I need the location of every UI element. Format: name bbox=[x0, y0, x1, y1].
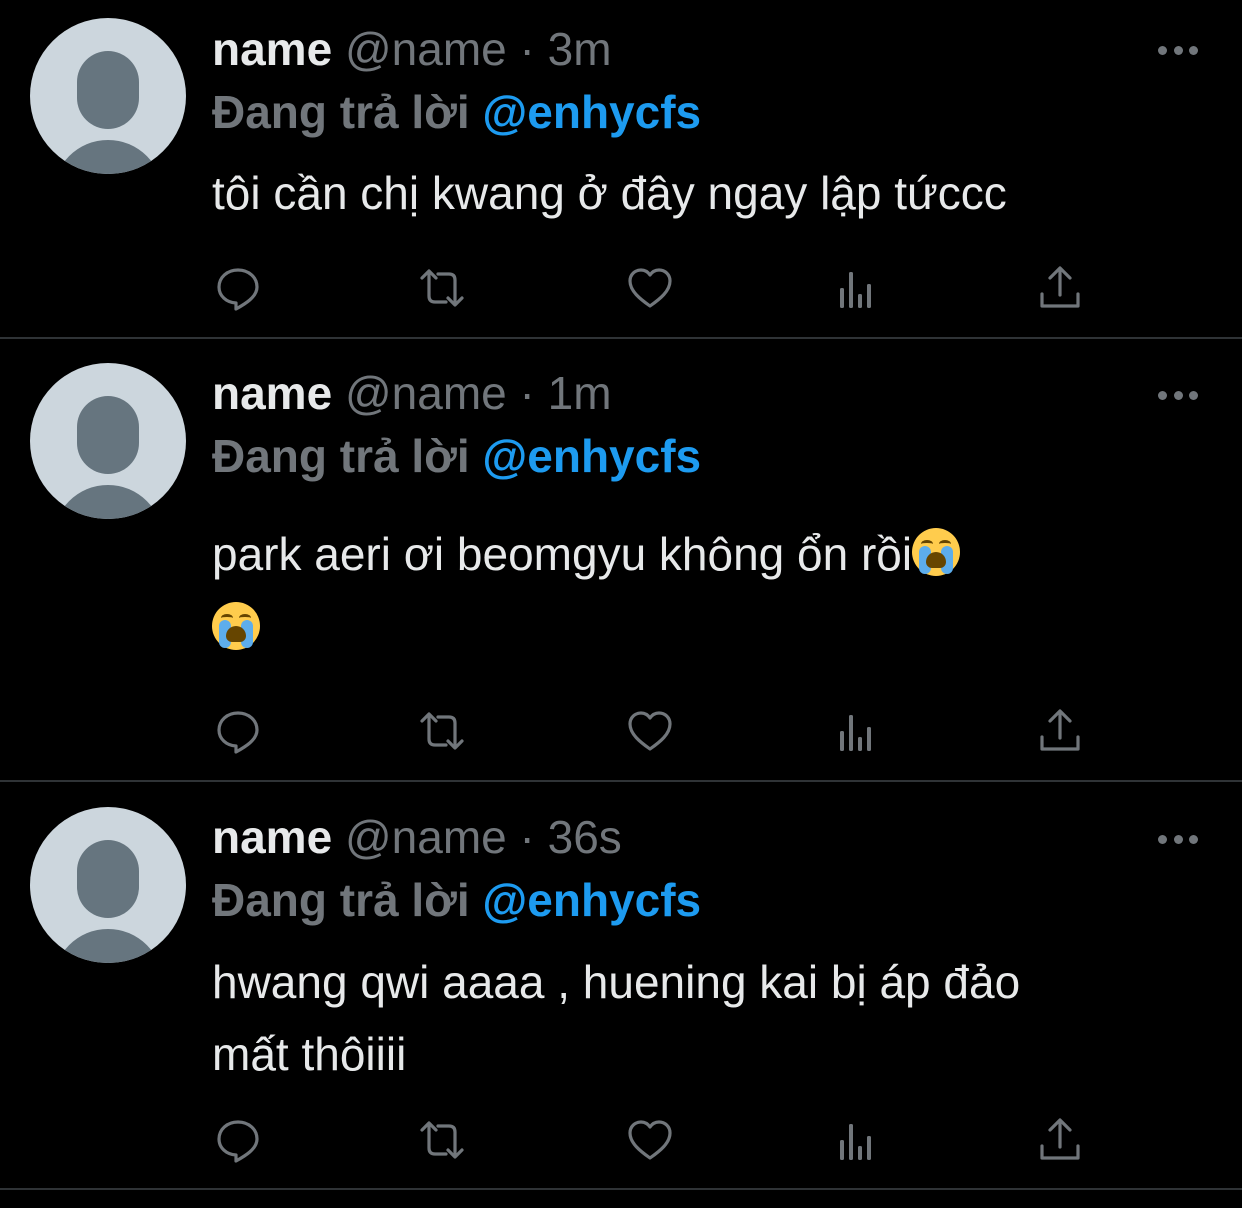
separator-dot: · bbox=[519, 811, 535, 863]
separator-dot: · bbox=[519, 23, 535, 75]
tweet-text: park aeri ơi beomgyu không ổn rồi bbox=[212, 518, 1222, 664]
analytics-button[interactable] bbox=[830, 1116, 882, 1164]
share-icon bbox=[1040, 1118, 1080, 1160]
replying-to-handle[interactable]: @enhycfs bbox=[482, 430, 701, 482]
tweet-text-line: hwang qwi aaaa , huening kai bị áp đảo bbox=[212, 956, 1021, 1008]
replying-to: Đang trả lời @enhycfs bbox=[212, 84, 701, 140]
like-button[interactable] bbox=[624, 707, 676, 755]
divider bbox=[0, 780, 1242, 782]
like-icon bbox=[628, 711, 672, 751]
tweet[interactable]: name @name · 36s Đang trả lời @enhycfs h… bbox=[0, 783, 1242, 1190]
divider bbox=[0, 337, 1242, 339]
reply-icon bbox=[217, 268, 259, 311]
analytics-button[interactable] bbox=[830, 707, 882, 755]
analytics-icon bbox=[840, 715, 871, 751]
analytics-button[interactable] bbox=[830, 264, 882, 312]
tweet-actions bbox=[212, 264, 1092, 312]
avatar-body bbox=[53, 485, 163, 519]
tweet-actions bbox=[212, 1116, 1092, 1164]
avatar-body bbox=[53, 929, 163, 963]
handle[interactable]: @name bbox=[345, 811, 507, 863]
analytics-icon bbox=[840, 272, 871, 308]
replying-to-label: Đang trả lời bbox=[212, 430, 470, 482]
display-name[interactable]: name bbox=[212, 367, 332, 419]
tweet-text: tôi cần chị kwang ở đây ngay lập tứccc bbox=[212, 157, 1222, 229]
avatar[interactable] bbox=[30, 807, 186, 963]
divider bbox=[0, 1188, 1242, 1190]
tweet-header: name @name · 36s bbox=[212, 809, 622, 865]
handle[interactable]: @name bbox=[345, 23, 507, 75]
tweet-header: name @name · 3m bbox=[212, 21, 612, 77]
more-options-icon[interactable] bbox=[1158, 389, 1198, 401]
tweet-text-line: tôi cần chị kwang ở đây ngay lập tứccc bbox=[212, 167, 1007, 219]
tweet-actions bbox=[212, 707, 1092, 755]
retweet-icon bbox=[420, 1121, 464, 1159]
share-icon bbox=[1040, 266, 1080, 308]
like-button[interactable] bbox=[624, 1116, 676, 1164]
share-button[interactable] bbox=[1034, 707, 1086, 755]
replying-to: Đang trả lời @enhycfs bbox=[212, 872, 701, 928]
timestamp[interactable]: 1m bbox=[548, 367, 612, 419]
tweet-text: hwang qwi aaaa , huening kai bị áp đảo m… bbox=[212, 946, 1222, 1090]
share-button[interactable] bbox=[1034, 1116, 1086, 1164]
replying-to-label: Đang trả lời bbox=[212, 874, 470, 926]
tweet-header: name @name · 1m bbox=[212, 365, 612, 421]
retweet-icon bbox=[420, 269, 464, 307]
like-icon bbox=[628, 1120, 672, 1160]
retweet-button[interactable] bbox=[416, 1116, 468, 1164]
reply-button[interactable] bbox=[212, 264, 264, 312]
display-name[interactable]: name bbox=[212, 811, 332, 863]
crying-face-emoji bbox=[212, 602, 260, 650]
timestamp[interactable]: 36s bbox=[548, 811, 622, 863]
reply-icon bbox=[217, 1120, 259, 1163]
retweet-icon bbox=[420, 712, 464, 750]
share-button[interactable] bbox=[1034, 264, 1086, 312]
display-name[interactable]: name bbox=[212, 23, 332, 75]
handle[interactable]: @name bbox=[345, 367, 507, 419]
reply-button[interactable] bbox=[212, 1116, 264, 1164]
tweet[interactable]: name @name · 3m Đang trả lời @enhycfs tô… bbox=[0, 0, 1242, 338]
avatar-head bbox=[77, 840, 139, 918]
avatar[interactable] bbox=[30, 363, 186, 519]
tweet-text-line: park aeri ơi beomgyu không ổn rồi bbox=[212, 528, 913, 580]
share-icon bbox=[1040, 709, 1080, 751]
crying-face-emoji bbox=[912, 528, 961, 576]
timestamp[interactable]: 3m bbox=[548, 23, 612, 75]
reply-button[interactable] bbox=[212, 707, 264, 755]
retweet-button[interactable] bbox=[416, 264, 468, 312]
retweet-button[interactable] bbox=[416, 707, 468, 755]
reply-icon bbox=[217, 711, 259, 754]
analytics-icon bbox=[840, 1124, 871, 1160]
tweet[interactable]: name @name · 1m Đang trả lời @enhycfs pa… bbox=[0, 340, 1242, 781]
avatar-head bbox=[77, 396, 139, 474]
avatar[interactable] bbox=[30, 18, 186, 174]
tweet-text-line: mất thôiiii bbox=[212, 1028, 407, 1080]
like-icon bbox=[628, 268, 672, 308]
replying-to-label: Đang trả lời bbox=[212, 86, 470, 138]
replying-to-handle[interactable]: @enhycfs bbox=[482, 874, 701, 926]
avatar-head bbox=[77, 51, 139, 129]
more-options-icon[interactable] bbox=[1158, 833, 1198, 845]
more-options-icon[interactable] bbox=[1158, 44, 1198, 56]
like-button[interactable] bbox=[624, 264, 676, 312]
replying-to: Đang trả lời @enhycfs bbox=[212, 428, 701, 484]
avatar-body bbox=[53, 140, 163, 174]
separator-dot: · bbox=[519, 367, 535, 419]
replying-to-handle[interactable]: @enhycfs bbox=[482, 86, 701, 138]
